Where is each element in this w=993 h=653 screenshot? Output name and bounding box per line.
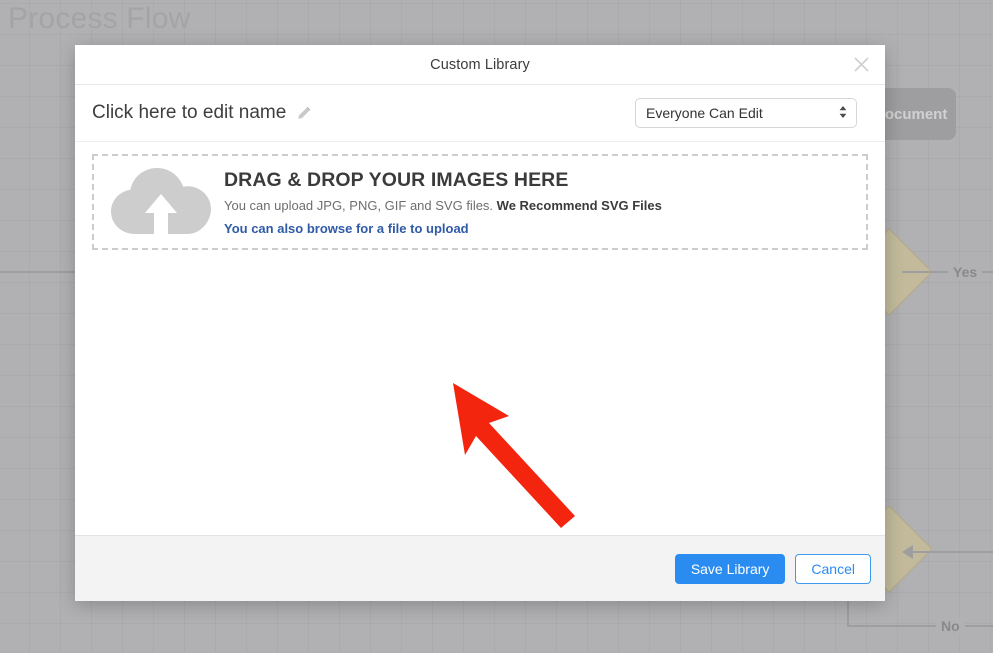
permission-select[interactable]: Everyone Can Edit [635, 98, 857, 128]
dialog-footer: Save Library Cancel [75, 535, 885, 601]
dropzone-subtext-normal: You can upload JPG, PNG, GIF and SVG fil… [224, 197, 494, 213]
dropzone-subtext-bold: We Recommend SVG Files [496, 197, 662, 213]
library-name-edit-control[interactable]: Click here to edit name [92, 102, 313, 124]
dropzone-text-block: DRAG & DROP YOUR IMAGES HERE You can upl… [220, 169, 662, 236]
save-library-button[interactable]: Save Library [674, 553, 786, 584]
library-name-row: Click here to edit name Everyone Can Edi… [75, 85, 885, 142]
dropzone-subtext: You can upload JPG, PNG, GIF and SVG fil… [224, 198, 662, 213]
cloud-upload-icon [102, 164, 220, 240]
pencil-icon[interactable] [295, 104, 313, 122]
image-dropzone[interactable]: DRAG & DROP YOUR IMAGES HERE You can upl… [92, 154, 868, 250]
red-arrow-pointer [435, 370, 595, 530]
library-name-text: Click here to edit name [92, 102, 287, 123]
dialog-body: DRAG & DROP YOUR IMAGES HERE You can upl… [75, 142, 885, 535]
updown-chevron-icon [838, 103, 848, 124]
custom-library-dialog: Custom Library Click here to edit name E… [75, 45, 885, 601]
permission-select-value: Everyone Can Edit [646, 105, 763, 121]
cancel-button[interactable]: Cancel [795, 553, 871, 584]
dropzone-heading: DRAG & DROP YOUR IMAGES HERE [224, 168, 569, 191]
close-icon[interactable] [848, 52, 874, 78]
browse-file-link[interactable]: You can also browse for a file to upload [224, 221, 662, 236]
dialog-title: Custom Library [430, 56, 530, 73]
dialog-header: Custom Library [75, 45, 885, 85]
